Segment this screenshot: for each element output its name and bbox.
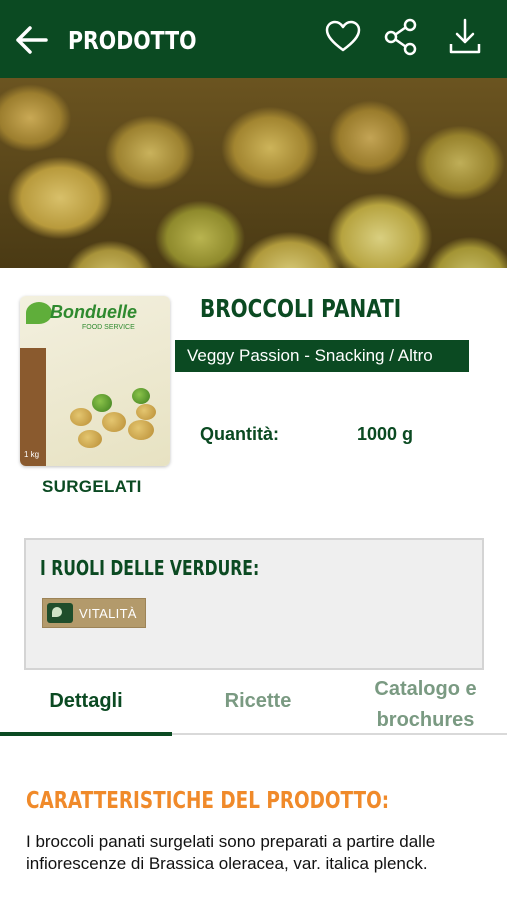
role-badge-label: VITALITÀ [79, 605, 137, 621]
vegetable-roles-panel: I RUOLI DELLE VERDURE: VITALITÀ [24, 538, 484, 670]
product-package-image: Bonduelle FOOD SERVICE 1 kg [20, 296, 170, 466]
quantity-label: Quantità: [200, 424, 279, 444]
bonduelle-leaf-logo [26, 302, 52, 324]
product-hero-image [0, 78, 507, 268]
broccoli-shape [132, 388, 150, 404]
broccoli-shape [92, 394, 112, 412]
nugget-shape [136, 404, 156, 420]
package-brand: Bonduelle [50, 302, 138, 322]
nugget-shape [70, 408, 92, 426]
package-brand-sub: FOOD SERVICE [82, 324, 135, 331]
category-tag: Veggy Passion - Snacking / Altro [175, 340, 469, 372]
active-tab-indicator [0, 732, 172, 736]
product-name: BROCCOLI PANATI [200, 294, 402, 323]
share-icon[interactable] [380, 16, 422, 58]
characteristics-title: CARATTERISTICHE DEL PRODOTTO: [26, 788, 390, 814]
page-title: PRODOTTO [68, 26, 197, 55]
back-arrow-icon[interactable] [14, 24, 50, 56]
package-weight: 1 kg [24, 450, 40, 459]
leaf-icon [47, 603, 73, 623]
app-bar: PRODOTTO [0, 0, 507, 78]
package-side-strip [20, 348, 46, 466]
roles-title: I RUOLI DELLE VERDURE: [40, 556, 260, 580]
role-badge-vitalita[interactable]: VITALITÀ [42, 598, 146, 628]
quantity-value: 1000 g [357, 424, 414, 444]
tab-dettagli[interactable]: Dettagli [0, 690, 172, 713]
product-description: I broccoli panati surgelati sono prepara… [26, 832, 436, 873]
storage-type: SURGELATI [42, 477, 142, 496]
tab-catalogo-brochures[interactable]: Catalogo e brochures [344, 674, 507, 736]
nugget-shape [128, 420, 154, 440]
tab-ricette[interactable]: Ricette [172, 690, 344, 713]
nugget-shape [78, 430, 102, 448]
download-icon[interactable] [444, 16, 486, 58]
heart-icon[interactable] [322, 16, 364, 58]
nugget-shape [102, 412, 126, 432]
